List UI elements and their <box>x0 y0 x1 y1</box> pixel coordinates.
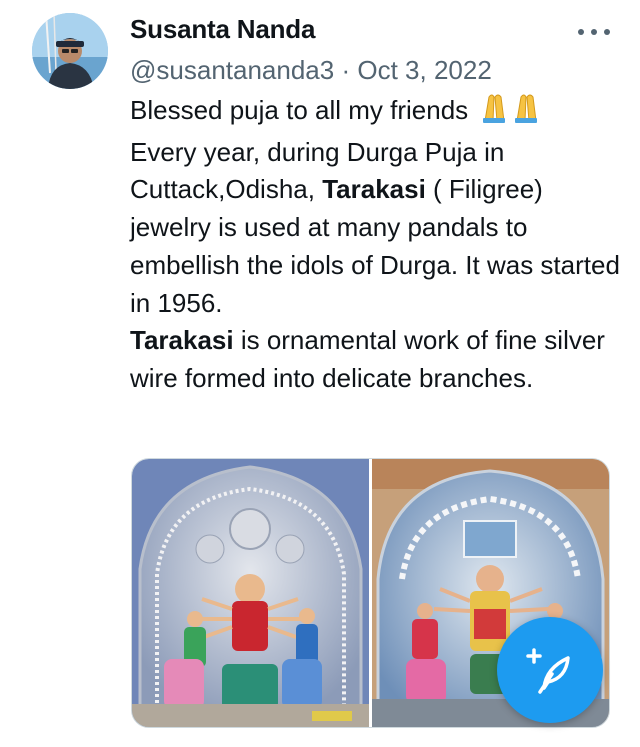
avatar-photo <box>32 13 108 89</box>
tweet-meta: @susantananda3 · Oct 3, 2022 <box>130 55 492 86</box>
folded-hands-icon <box>475 91 543 134</box>
meta-separator: · <box>341 55 351 85</box>
tweet-date[interactable]: Oct 3, 2022 <box>357 55 491 85</box>
bold-term: Tarakasi <box>322 174 426 205</box>
tweet-line: Blessed puja to all my friends <box>130 91 620 134</box>
dot <box>604 29 610 35</box>
tweet-paragraph: Tarakasi is ornamental work of fine silv… <box>130 322 620 397</box>
greeting-text: Blessed puja to all my friends <box>130 95 476 125</box>
author-handle[interactable]: @susantananda3 <box>130 55 334 85</box>
tweet-paragraph: Every year, during Durga Puja in Cuttack… <box>130 134 620 323</box>
more-options-icon[interactable] <box>578 22 610 42</box>
dot <box>578 29 584 35</box>
author-name[interactable]: Susanta Nanda <box>130 14 315 45</box>
avatar[interactable] <box>32 13 108 89</box>
dot <box>591 29 597 35</box>
compose-tweet-icon[interactable] <box>497 617 603 723</box>
tweet-text: Blessed puja to all my friends Every yea… <box>130 91 620 398</box>
durga-idol-photo-1[interactable] <box>132 459 369 727</box>
bold-term: Tarakasi <box>130 325 234 356</box>
